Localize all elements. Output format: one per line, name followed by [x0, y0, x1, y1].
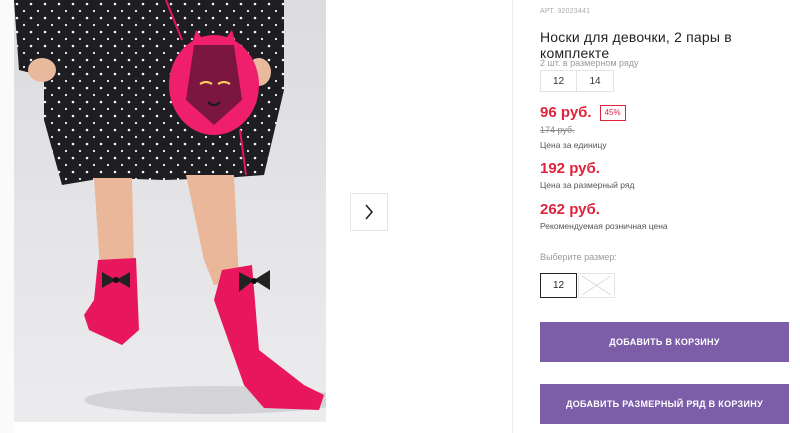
panel-divider: [512, 0, 513, 433]
size-option-unavailable[interactable]: [578, 273, 615, 298]
size-select-label: Выберите размер:: [540, 252, 617, 262]
crossed-out-icon: [581, 275, 612, 296]
row-price-caption: Цена за размерный ряд: [540, 180, 635, 190]
unit-price-caption: Цена за единицу: [540, 140, 607, 150]
old-price: 174 руб.: [540, 125, 575, 135]
gallery-edge: [0, 0, 14, 433]
product-title: Носки для девочки, 2 пары в комплекте: [540, 29, 732, 61]
product-photo[interactable]: [14, 0, 326, 422]
size-option-12[interactable]: 12: [540, 273, 577, 298]
unit-price: 96 руб.: [540, 104, 592, 121]
retail-price-caption: Рекомендуемая розничная цена: [540, 221, 668, 231]
add-size-row-to-cart-button[interactable]: ДОБАВИТЬ РАЗМЕРНЫЙ РЯД В КОРЗИНУ: [540, 384, 789, 424]
discount-badge: 45%: [599, 104, 626, 121]
pack-size-list: 12 14: [540, 70, 614, 92]
retail-price: 262 руб.: [540, 201, 600, 218]
row-price: 192 руб.: [540, 160, 600, 177]
pack-size-chip: 12: [540, 70, 577, 92]
chevron-right-icon: [365, 204, 374, 220]
price-row: 96 руб. 45%: [540, 104, 626, 121]
pack-note: 2 шт. в размерном ряду: [540, 58, 639, 68]
add-to-cart-button[interactable]: ДОБАВИТЬ В КОРЗИНУ: [540, 322, 789, 362]
socks-photo-illustration: [14, 0, 326, 422]
size-selector: 12: [540, 273, 615, 298]
article-number: АРТ. 32023441: [540, 8, 591, 15]
gallery-next-button[interactable]: [350, 193, 388, 231]
pack-size-chip: 14: [577, 70, 614, 92]
